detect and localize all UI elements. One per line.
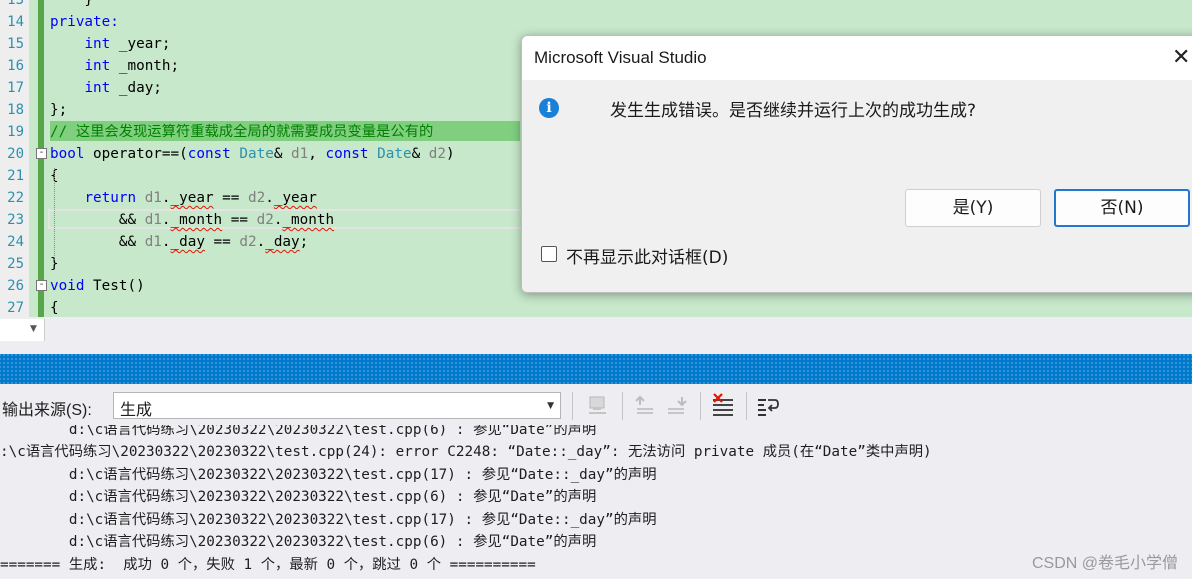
chevron-down-icon: ▼	[547, 401, 554, 411]
output-source-select[interactable]: 生成 ▼	[113, 392, 561, 419]
output-line: d:\c语言代码练习\20230322\20230322\test.cpp(17…	[0, 467, 657, 483]
code-text: {	[50, 300, 59, 316]
message-dialog: Microsoft Visual Studio ✕ i 发生生成错误。是否继续并…	[521, 35, 1192, 293]
line-number: 18	[7, 102, 24, 118]
output-line: :\c语言代码练习\20230322\20230322\test.cpp(24)…	[0, 444, 932, 460]
line-number: 24	[7, 234, 24, 250]
output-line: ======= 生成: 成功 0 个，失败 1 个，最新 0 个，跳过 0 个 …	[0, 557, 536, 573]
line-number: 21	[7, 168, 24, 184]
code-text: && d1._month == d2._month	[50, 212, 335, 228]
code-line: 27 {	[0, 297, 1192, 317]
zoom-dropdown[interactable]: ▼	[0, 319, 45, 341]
info-icon: i	[539, 98, 559, 118]
toolbar-separator	[746, 392, 747, 420]
editor-status-strip: ▼	[0, 317, 1192, 344]
line-number: 22	[7, 190, 24, 206]
dialog-body: i 发生生成错误。是否继续并运行上次的成功生成?	[522, 80, 1192, 180]
no-button[interactable]: 否(N)	[1054, 189, 1190, 227]
line-number: 26	[7, 278, 24, 294]
line-number: 23	[7, 212, 24, 228]
dont-show-again-label[interactable]: 不再显示此对话框(D)	[566, 243, 728, 268]
output-panel-title-bar[interactable]	[0, 354, 1192, 384]
code-comment: // 这里会发现运算符重载成全局的就需要成员变量是公有的	[50, 124, 434, 140]
code-text: };	[50, 102, 68, 118]
output-line: d:\c语言代码练习\20230322\20230322\test.cpp(6)…	[0, 489, 597, 505]
code-text: && d1._day == d2._day;	[50, 234, 309, 250]
code-line: 14 private:	[0, 11, 1192, 33]
code-text: }	[50, 0, 94, 8]
go-to-previous-icon[interactable]	[632, 393, 658, 419]
line-number: 16	[7, 58, 24, 74]
line-number: 17	[7, 80, 24, 96]
line-number: 14	[7, 14, 24, 30]
dialog-message: 发生生成错误。是否继续并运行上次的成功生成?	[610, 101, 977, 121]
collapse-toggle-icon[interactable]: -	[36, 148, 47, 159]
output-text-area[interactable]: d:\c语言代码练习\20230322\20230322\test.cpp(6)…	[0, 425, 1192, 579]
indent-guide	[54, 168, 55, 260]
clear-all-icon[interactable]	[710, 393, 736, 419]
code-text: int _year;	[84, 36, 171, 52]
output-line: d:\c语言代码练习\20230322\20230322\test.cpp(6)…	[0, 425, 597, 438]
code-text: void Test()	[50, 278, 145, 294]
yes-button[interactable]: 是(Y)	[905, 189, 1041, 227]
code-text: bool operator==(const Date& d1, const Da…	[50, 146, 455, 162]
dont-show-again-checkbox[interactable]	[541, 246, 557, 262]
toolbar-separator	[572, 392, 573, 420]
dialog-footer: 是(Y) 否(N) 不再显示此对话框(D)	[522, 180, 1192, 292]
find-message-icon[interactable]	[585, 393, 611, 419]
watermark: CSDN @卷毛小学僧	[1031, 555, 1178, 572]
toolbar-separator	[622, 392, 623, 420]
chevron-down-icon: ▼	[30, 324, 37, 334]
line-number: 25	[7, 256, 24, 272]
code-line: 13 }	[0, 0, 1192, 11]
output-line: d:\c语言代码练习\20230322\20230322\test.cpp(17…	[0, 512, 657, 528]
line-number: 20	[7, 146, 24, 162]
go-to-next-icon[interactable]	[664, 393, 690, 419]
toggle-word-wrap-icon[interactable]	[755, 393, 781, 419]
line-number: 19	[7, 124, 24, 140]
code-text: return d1._year == d2._year	[84, 190, 317, 206]
output-source-value: 生成	[120, 402, 153, 419]
code-text: int _day;	[84, 80, 162, 96]
code-text: int _month;	[84, 58, 180, 74]
toolbar-separator	[700, 392, 701, 420]
output-toolbar: 输出来源(S): 生成 ▼	[0, 389, 1192, 425]
line-number: 13	[7, 0, 24, 8]
line-number: 27	[7, 300, 24, 316]
dialog-title: Microsoft Visual Studio	[534, 48, 707, 67]
line-number: 15	[7, 36, 24, 52]
output-source-label: 输出来源(S):	[2, 402, 92, 419]
output-line: d:\c语言代码练习\20230322\20230322\test.cpp(6)…	[0, 534, 597, 550]
collapse-toggle-icon[interactable]: -	[36, 280, 47, 291]
close-icon[interactable]: ✕	[1172, 45, 1190, 70]
code-text: private:	[50, 14, 119, 30]
